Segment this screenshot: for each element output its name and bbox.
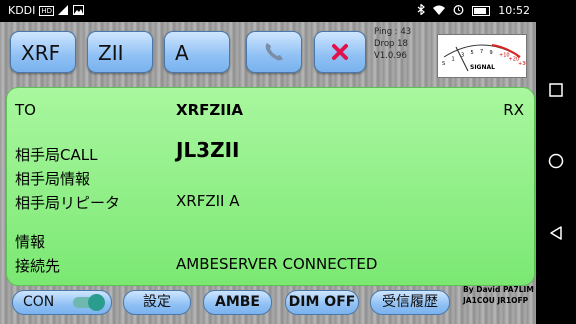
call-label: 相手局CALL bbox=[15, 146, 98, 164]
repeater-value: XRFZII A bbox=[176, 192, 240, 210]
back-icon[interactable] bbox=[549, 225, 563, 241]
meter-scale-label: 9 bbox=[490, 50, 493, 56]
meter-label: SIGNAL bbox=[470, 64, 495, 71]
connection-value: AMBESERVER CONNECTED bbox=[176, 255, 378, 273]
signal-icon bbox=[58, 4, 69, 17]
ping-label: Ping : 43 bbox=[374, 27, 412, 37]
meter-scale-label: 7 bbox=[480, 49, 483, 55]
con-toggle-button[interactable]: CON bbox=[12, 290, 112, 315]
con-switch-knob[interactable] bbox=[88, 294, 105, 311]
credit-line-2: JA1COU JR1OFP bbox=[463, 296, 529, 305]
home-icon[interactable] bbox=[548, 153, 564, 169]
station-info-label: 相手局情報 bbox=[15, 170, 91, 188]
rx-history-button[interactable]: 受信履歴 bbox=[370, 290, 450, 315]
recent-apps-icon[interactable] bbox=[549, 83, 563, 97]
credits: By David PA7LIM JA1COU JR1OFP bbox=[463, 284, 534, 306]
link-stats: Ping : 43 Drop 18 V1.0.96 bbox=[374, 26, 411, 62]
reflector-number-field[interactable]: ZII bbox=[87, 31, 153, 73]
mode-indicator: RX bbox=[503, 101, 524, 119]
disconnect-button[interactable] bbox=[314, 31, 366, 73]
connection-label: 接続先 bbox=[15, 257, 61, 275]
connect-button[interactable] bbox=[246, 31, 302, 73]
wifi-icon bbox=[433, 5, 446, 17]
app-body: XRF ZII A Ping : 43 Drop 18 V1.0.96 S135… bbox=[0, 22, 536, 324]
hd-badge: HD bbox=[39, 5, 55, 16]
meter-scale-label: 5 bbox=[471, 50, 474, 56]
drop-label: Drop 18 bbox=[374, 39, 408, 49]
credit-line-1: By David PA7LIM bbox=[463, 285, 534, 294]
phone-icon bbox=[265, 43, 283, 61]
version-label: V1.0.96 bbox=[374, 51, 407, 61]
alarm-icon bbox=[453, 4, 464, 17]
to-value: XRFZIIA bbox=[176, 101, 244, 119]
close-icon bbox=[332, 44, 348, 60]
reflector-name-value: XRF bbox=[21, 41, 61, 65]
meter-scale-label: 1 bbox=[452, 56, 455, 62]
carrier-label: KDDI bbox=[8, 4, 36, 17]
module-field[interactable]: A bbox=[164, 31, 230, 73]
status-panel: TO XRFZIIA RX 相手局CALL JL3ZII 相手局情報 相手局リピ… bbox=[6, 87, 535, 286]
bluetooth-icon bbox=[417, 3, 426, 17]
image-icon bbox=[73, 4, 85, 17]
con-label: CON bbox=[23, 294, 55, 310]
call-value: JL3ZII bbox=[176, 138, 240, 162]
battery-icon bbox=[472, 5, 491, 16]
reflector-name-field[interactable]: XRF bbox=[10, 31, 76, 73]
settings-button[interactable]: 設定 bbox=[123, 290, 191, 315]
repeater-label: 相手局リピータ bbox=[15, 194, 121, 212]
dim-off-button[interactable]: DIM OFF bbox=[285, 290, 359, 315]
to-label: TO bbox=[15, 101, 36, 119]
meter-scale-label: S bbox=[442, 61, 445, 67]
reflector-number-value: ZII bbox=[98, 41, 124, 65]
navigation-bar bbox=[536, 0, 576, 324]
meter-scale-label: +30 bbox=[518, 61, 526, 67]
module-value: A bbox=[175, 41, 189, 65]
ambe-button[interactable]: AMBE bbox=[203, 290, 272, 315]
message-label: 情報 bbox=[15, 233, 46, 251]
status-bar: KDDI HD 10:52 bbox=[0, 0, 536, 22]
signal-meter: S13579+10+20+30 SIGNAL bbox=[437, 34, 527, 78]
clock: 10:52 bbox=[498, 4, 530, 17]
